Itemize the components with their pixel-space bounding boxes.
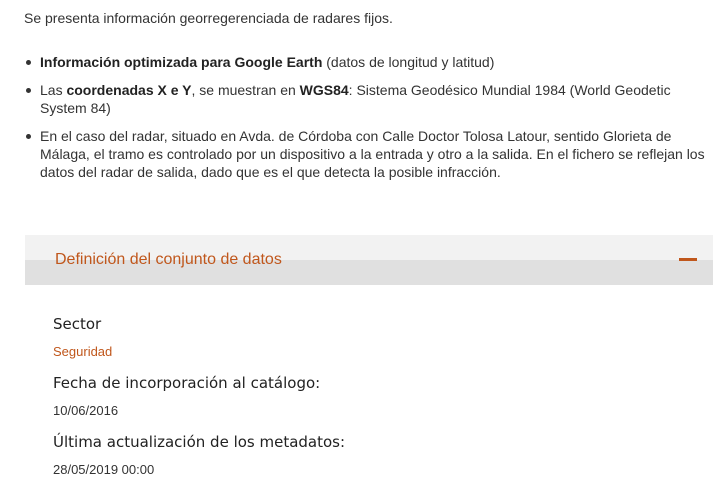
sector-label: Sector	[53, 315, 102, 333]
list-item: Las coordenadas X e Y, se muestran en WG…	[24, 81, 714, 117]
list-item: Información optimizada para Google Earth…	[24, 53, 714, 71]
actualizacion-section: Última actualización de los metadatos: 2…	[53, 432, 693, 478]
fecha-incorporacion-value: 10/06/2016	[53, 403, 119, 418]
intro-text: Se presenta información georregerenciada…	[24, 10, 393, 26]
bullet-text: En el caso del radar, situado en Avda. d…	[40, 128, 705, 180]
fecha-incorporacion-label: Fecha de incorporación al catálogo:	[53, 374, 321, 392]
bullet-icon	[26, 60, 31, 65]
bullet-text: Las	[40, 82, 67, 98]
list-item: En el caso del radar, situado en Avda. d…	[24, 127, 714, 181]
bullet-bold-text: coordenadas X e Y	[66, 82, 192, 98]
minus-icon[interactable]	[679, 258, 697, 261]
sector-section: Sector Seguridad	[53, 314, 693, 360]
dataset-definition-accordion-header[interactable]: Definición del conjunto de datos	[25, 235, 713, 285]
bullet-icon	[26, 88, 31, 93]
ultima-actualizacion-label: Última actualización de los metadatos:	[53, 433, 346, 451]
fecha-section: Fecha de incorporación al catálogo: 10/0…	[53, 373, 693, 419]
bullet-bold-text: Información optimizada para Google Earth	[40, 54, 323, 70]
bullet-text: (datos de longitud y latitud)	[322, 54, 495, 70]
info-bullet-list: Información optimizada para Google Earth…	[24, 53, 714, 191]
sector-link[interactable]: Seguridad	[53, 344, 693, 360]
bullet-bold-text: WGS84	[299, 82, 349, 98]
accordion-title: Definición del conjunto de datos	[55, 251, 282, 268]
ultima-actualizacion-value: 28/05/2019 00:00	[53, 462, 155, 477]
bullet-icon	[26, 134, 31, 139]
bullet-text: , se muestran en	[191, 82, 300, 98]
